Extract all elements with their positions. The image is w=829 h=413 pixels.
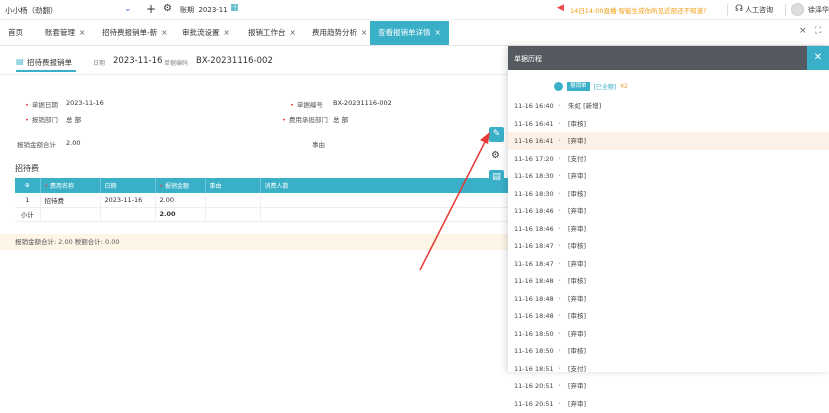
list-item[interactable]: 11-16 18:50 • [审核] bbox=[508, 342, 829, 360]
history-panel: 单据历程 ✕ 报销单 [已全额] ¥2 11-16 16:40 • 朱虹 [新增] 1… bbox=[508, 46, 829, 408]
history-time: 11-16 17:20 bbox=[514, 154, 554, 163]
history-action: [审核] bbox=[568, 277, 587, 285]
list-item[interactable]: 11-16 20:51 • [弃审] bbox=[508, 377, 829, 395]
history-action: 朱虹 [新增] bbox=[568, 102, 602, 110]
history-time: 11-16 16:41 bbox=[514, 119, 554, 128]
bullet-icon: • bbox=[558, 138, 561, 144]
history-action: [审核] bbox=[568, 347, 587, 355]
status-text: [已全额] bbox=[593, 83, 617, 91]
history-action: [审核] bbox=[568, 189, 587, 198]
list-item[interactable]: 11-16 18:46 • [弃审] bbox=[508, 202, 829, 220]
history-action: [支付] bbox=[568, 364, 587, 373]
history-time: 11-16 18:30 bbox=[514, 189, 554, 198]
status-dot bbox=[554, 81, 563, 91]
history-action: [弃审] bbox=[568, 294, 587, 303]
bullet-icon: • bbox=[558, 295, 561, 302]
doc-badge: 报销单 bbox=[567, 81, 590, 91]
history-action: [弃审] bbox=[568, 224, 587, 233]
list-item[interactable]: 11-16 16:41 • [弃审] bbox=[508, 132, 829, 150]
list-item[interactable]: 11-16 18:46 • [弃审] bbox=[508, 220, 829, 238]
bullet-icon: • bbox=[558, 330, 561, 337]
bullet-icon: • bbox=[558, 365, 561, 372]
history-time: 11-16 20:51 bbox=[514, 382, 554, 390]
history-action: [弃审] bbox=[568, 382, 587, 390]
bullet-icon: • bbox=[558, 225, 561, 232]
list-item[interactable]: 11-16 18:30 • [审核] bbox=[508, 185, 829, 203]
list-item[interactable]: 11-16 18:47 • [弃审] bbox=[508, 255, 829, 273]
panel-title: 单据历程 bbox=[514, 55, 542, 63]
history-action: [支付] bbox=[568, 154, 587, 163]
panel-header: 单据历程 ✕ bbox=[508, 46, 829, 70]
list-item[interactable]: 11-16 18:48 • [审核] bbox=[508, 272, 829, 290]
bullet-icon: • bbox=[558, 313, 561, 319]
history-time: 11-16 18:47 bbox=[514, 259, 554, 268]
history-time: 11-16 18:50 bbox=[514, 329, 554, 338]
list-item[interactable]: 11-16 16:40 • 朱虹 [新增] bbox=[508, 97, 829, 115]
list-item[interactable]: 11-16 16:41 • [审核] bbox=[508, 115, 829, 133]
history-action: [弃审] bbox=[568, 329, 587, 338]
history-action: [弃审] bbox=[568, 259, 587, 268]
list-item[interactable]: 11-16 20:51 • [弃审] bbox=[508, 395, 829, 413]
list-item[interactable]: 11-16 18:48 • [弃审] bbox=[508, 290, 829, 308]
bullet-icon: • bbox=[558, 208, 561, 214]
list-item[interactable]: 11-16 18:30 • [弃审] bbox=[508, 167, 829, 185]
history-action: [弃审] bbox=[568, 399, 587, 408]
history-action: [弃审] bbox=[568, 172, 587, 180]
bullet-icon: • bbox=[558, 190, 561, 197]
bullet-icon: • bbox=[558, 120, 561, 127]
history-action: [审核] bbox=[568, 119, 587, 128]
amount: ¥2 bbox=[620, 82, 628, 90]
list-item[interactable]: 11-16 18:51 • [支付] bbox=[508, 360, 829, 378]
history-time: 11-16 18:47 bbox=[514, 242, 554, 250]
bullet-icon: • bbox=[558, 173, 561, 179]
bullet-icon: • bbox=[558, 155, 561, 162]
history-time: 11-16 16:40 bbox=[514, 102, 554, 110]
panel-summary: 报销单 [已全额] ¥2 bbox=[554, 81, 628, 91]
bullet-icon: • bbox=[558, 260, 561, 267]
bullet-icon: • bbox=[558, 400, 561, 407]
list-item[interactable]: 11-16 18:47 • [审核] bbox=[508, 237, 829, 255]
history-time: 11-16 18:46 bbox=[514, 224, 554, 233]
history-action: [弃审] bbox=[568, 137, 587, 145]
bullet-icon: • bbox=[558, 243, 561, 249]
history-time: 11-16 18:46 bbox=[514, 207, 554, 215]
bullet-icon: • bbox=[558, 278, 561, 284]
history-time: 11-16 16:41 bbox=[514, 137, 554, 145]
bullet-icon: • bbox=[558, 348, 561, 354]
bullet-icon: • bbox=[558, 103, 561, 109]
history-action: [审核] bbox=[568, 312, 587, 320]
history-time: 11-16 18:30 bbox=[514, 172, 554, 180]
bullet-icon: • bbox=[558, 383, 561, 389]
history-time: 11-16 18:50 bbox=[514, 347, 554, 355]
history-time: 11-16 18:48 bbox=[514, 312, 554, 320]
list-item[interactable]: 11-16 18:50 • [弃审] bbox=[508, 325, 829, 343]
history-time: 11-16 18:51 bbox=[514, 364, 554, 373]
history-time: 11-16 18:48 bbox=[514, 294, 554, 303]
close-icon[interactable]: ✕ bbox=[807, 46, 829, 70]
history-action: [弃审] bbox=[568, 207, 587, 215]
list-item[interactable]: 11-16 17:20 • [支付] bbox=[508, 150, 829, 168]
history-time: 11-16 20:51 bbox=[514, 399, 554, 408]
list-item[interactable]: 11-16 18:48 • [审核] bbox=[508, 307, 829, 325]
history-time: 11-16 18:48 bbox=[514, 277, 554, 285]
history-action: [审核] bbox=[568, 242, 587, 250]
